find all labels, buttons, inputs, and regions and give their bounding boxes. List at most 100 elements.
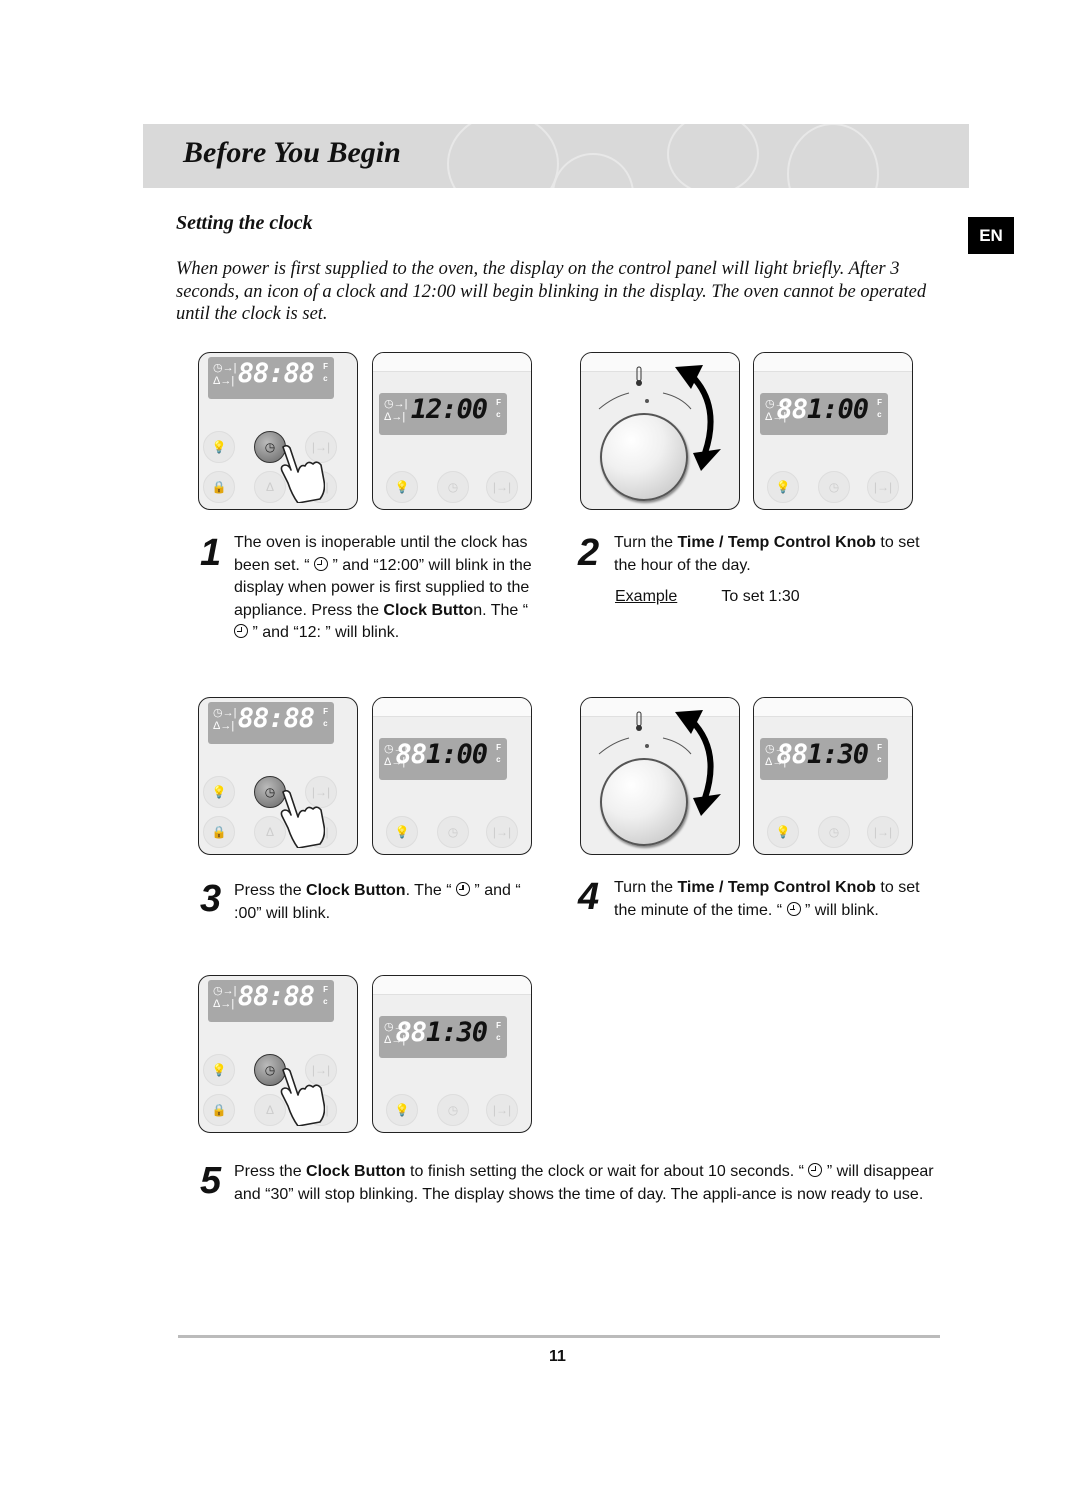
- lamp-icon: 💡: [775, 480, 791, 494]
- lcd-units: Fc: [877, 398, 882, 419]
- bell-icon: Δ: [384, 411, 392, 423]
- time-temp-control-knob[interactable]: [600, 413, 688, 501]
- clock-icon: ◷: [828, 825, 840, 839]
- lamp-button[interactable]: 💡: [386, 1094, 418, 1126]
- duration-button[interactable]: |→|: [867, 471, 899, 503]
- bell-icon: Δ: [265, 825, 274, 839]
- clock-icon: ◷: [264, 1063, 276, 1077]
- lcd-digits: 88:88: [237, 981, 315, 1012]
- lcd-status-icons: ◷→| Δ→|: [213, 985, 237, 1010]
- rotate-arrow-icon: [688, 717, 714, 799]
- lcd-units: Fc: [496, 743, 501, 764]
- duration-button[interactable]: |→|: [486, 1094, 518, 1126]
- display-panel: ◷→| Δ→| 881:30 Fc 💡 ◷ |→|: [372, 975, 532, 1133]
- thermometer-icon: [636, 366, 642, 386]
- clock-icon: ◷: [264, 785, 276, 799]
- lock-button[interactable]: 🔒: [203, 471, 235, 503]
- footer-rule: [178, 1335, 940, 1338]
- lamp-icon: 💡: [211, 785, 227, 799]
- duration-button[interactable]: |→|: [486, 816, 518, 848]
- lamp-button[interactable]: 💡: [386, 816, 418, 848]
- clock-icon: [314, 556, 329, 571]
- lcd-display: ◷→| Δ→| 12:00 Fc: [379, 393, 507, 435]
- lcd-digits: 881:00: [776, 394, 869, 425]
- rotate-arrow-icon: [688, 372, 714, 454]
- lamp-button[interactable]: 💡: [203, 776, 235, 808]
- clock-icon: [808, 1163, 823, 1177]
- display-panel: ◷→| Δ→| 12:00 Fc 💡 ◷ |→|: [372, 352, 532, 510]
- lock-icon: 🔒: [211, 1103, 227, 1117]
- lamp-icon: 💡: [211, 440, 227, 454]
- clock-icon: ◷: [384, 743, 394, 755]
- example: Example To set 1:30: [615, 588, 800, 606]
- lcd-status-icons: ◷→| Δ→|: [384, 398, 408, 423]
- bell-icon: Δ: [765, 411, 773, 423]
- duration-icon: |→|: [873, 825, 893, 839]
- step-text-5: Press the Clock Button to finish setting…: [234, 1163, 934, 1203]
- clock-icon: ◷: [447, 480, 459, 494]
- step-number-5: 5: [200, 1160, 222, 1202]
- bell-icon: Δ: [384, 1034, 392, 1046]
- lamp-button[interactable]: 💡: [767, 471, 799, 503]
- time-temp-control-knob[interactable]: [600, 758, 688, 846]
- section-title: Setting the clock: [176, 212, 313, 234]
- lcd-status-icons: ◷→| Δ→|: [213, 707, 237, 732]
- clock-icon: ◷: [828, 480, 840, 494]
- lcd-digits: 12:00: [410, 394, 488, 425]
- clock-icon: ◷: [264, 440, 276, 454]
- lcd-units: Fc: [323, 362, 328, 383]
- intro-paragraph: When power is first supplied to the oven…: [176, 259, 927, 324]
- lcd-display: ◷→| Δ→| 88:88 Fc: [208, 980, 334, 1022]
- page-number: 11: [549, 1348, 566, 1365]
- lcd-digits: 88:88: [237, 358, 315, 389]
- duration-button[interactable]: |→|: [867, 816, 899, 848]
- bell-icon: Δ: [265, 1103, 274, 1117]
- lamp-icon: 💡: [211, 1063, 227, 1077]
- lamp-button[interactable]: 💡: [203, 431, 235, 463]
- lamp-button[interactable]: 💡: [386, 471, 418, 503]
- lcd-digits: 881:00: [395, 739, 488, 770]
- step-text-1: The oven is inoperable until the clock h…: [234, 534, 532, 641]
- lock-icon: 🔒: [211, 480, 227, 494]
- lamp-button[interactable]: 💡: [767, 816, 799, 848]
- lcd-display: ◷→| Δ→| 881:00 Fc: [379, 738, 507, 780]
- clock-button[interactable]: ◷: [437, 1094, 469, 1126]
- pointing-hand-icon: [280, 1067, 325, 1126]
- lock-button[interactable]: 🔒: [203, 1094, 235, 1126]
- control-panel: ◷→|Δ→| 88:88 Fc💡◷|→|🔒Δ→|: [198, 352, 358, 510]
- clock-button[interactable]: ◷: [437, 471, 469, 503]
- clock-icon: ◷: [213, 362, 223, 374]
- lock-button[interactable]: 🔒: [203, 816, 235, 848]
- clock-icon: ◷: [213, 985, 223, 997]
- duration-icon: |→|: [492, 480, 512, 494]
- step-number-3: 3: [200, 878, 222, 920]
- duration-icon: |→|: [492, 1103, 512, 1117]
- duration-icon: |→|: [873, 480, 893, 494]
- lamp-icon: 💡: [394, 480, 410, 494]
- clock-icon: ◷: [447, 825, 459, 839]
- duration-button[interactable]: |→|: [486, 471, 518, 503]
- lock-icon: 🔒: [211, 825, 227, 839]
- lamp-button[interactable]: 💡: [203, 1054, 235, 1086]
- example-label: Example: [615, 588, 678, 605]
- bell-icon: Δ: [765, 756, 773, 768]
- lcd-units: Fc: [877, 743, 882, 764]
- bell-icon: Δ: [213, 720, 221, 732]
- lamp-icon: 💡: [394, 825, 410, 839]
- step-text-4: Turn the Time / Temp Control Knob to set…: [614, 879, 920, 919]
- clock-button[interactable]: ◷: [818, 816, 850, 848]
- lcd-display: ◷→| Δ→| 88:88 Fc: [208, 702, 334, 744]
- step-text-2: Turn the Time / Temp Control Knob to set…: [614, 534, 920, 574]
- page-title: Before You Begin: [183, 136, 401, 169]
- clock-button[interactable]: ◷: [818, 471, 850, 503]
- display-panel: ◷→| Δ→| 881:00 Fc 💡 ◷ |→|: [372, 697, 532, 855]
- knob-panel: [580, 352, 740, 510]
- knob-panel: [580, 697, 740, 855]
- clock-button[interactable]: ◷: [437, 816, 469, 848]
- clock-icon: ◷: [213, 707, 223, 719]
- control-panel: ◷→|Δ→| 88:88 Fc💡◷|→|🔒Δ→|: [198, 975, 358, 1133]
- clock-icon: ◷: [765, 743, 775, 755]
- clock-icon: ◷: [765, 398, 775, 410]
- lcd-display: ◷→| Δ→| 881:30 Fc: [379, 1016, 507, 1058]
- pointing-hand-icon: [280, 789, 325, 848]
